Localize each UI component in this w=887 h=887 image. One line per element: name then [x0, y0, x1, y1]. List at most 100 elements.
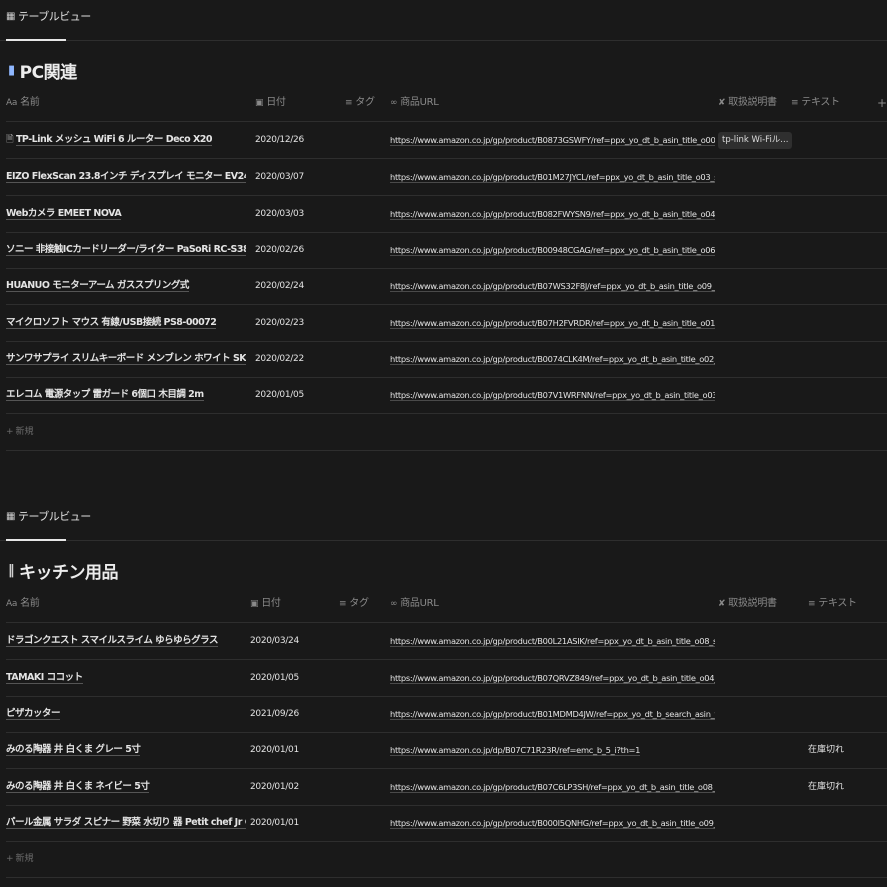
- attachment-icon: ✘: [718, 599, 726, 609]
- row-manual[interactable]: tp-link Wi-Fiル...: [718, 122, 793, 158]
- row-name[interactable]: マイクロソフト マウス 有線/USB接続 PS8-00072: [6, 305, 246, 341]
- table-row[interactable]: EIZO FlexScan 23.8インチ ディスプレイ モニター EV2451…: [6, 159, 887, 196]
- pc-database-section: ▦ テーブルビュー ▮ PC関連 Aa 名前 ▣ 日付 ≡ タグ ∞ 商品URL ✘ 取扱…: [0, 0, 887, 460]
- row-text[interactable]: 在庫切れ: [808, 769, 844, 805]
- header-text[interactable]: ≡ テキスト: [791, 85, 840, 121]
- row-name[interactable]: エレコム 電源タップ 雷ガード 6個口 木目調 2m: [6, 377, 246, 413]
- row-url[interactable]: https://www.amazon.co.jp/gp/product/B009…: [390, 232, 715, 268]
- header-text[interactable]: ≡ テキスト: [808, 586, 857, 622]
- file-chip[interactable]: tp-link Wi-Fiル...: [718, 132, 793, 149]
- page-icon: 🗎: [6, 134, 14, 145]
- table-row[interactable]: サンワサプライ スリムキーボード メンブレン ホワイト SKB-SL16W 20…: [6, 341, 887, 378]
- row-url[interactable]: https://www.amazon.co.jp/gp/product/B000…: [390, 805, 715, 841]
- row-date[interactable]: 2020/02/22: [255, 341, 304, 377]
- calendar-icon: ▣: [255, 98, 264, 108]
- row-name[interactable]: パール金属 サラダ スピナー 野菜 水切り 器 Petit chef Jr C-…: [6, 805, 246, 841]
- fork-knife-icon: ‖: [8, 563, 15, 578]
- row-name[interactable]: みのる陶器 井 白くま グレー 5寸: [6, 732, 246, 768]
- row-url[interactable]: https://www.amazon.co.jp/gp/product/B07Q…: [390, 660, 715, 696]
- table-row[interactable]: みのる陶器 井 白くま グレー 5寸 2020/01/01 https://ww…: [6, 732, 887, 769]
- row-date[interactable]: 2020/01/01: [250, 732, 299, 768]
- tab-label: テーブルビュー: [17, 510, 91, 523]
- active-tab-indicator: [6, 39, 66, 41]
- list-icon: ≡: [339, 599, 347, 609]
- header-manual[interactable]: ✘ 取扱説明書: [718, 586, 777, 622]
- row-name[interactable]: みのる陶器 井 白くま ネイビー 5寸: [6, 769, 246, 805]
- row-url[interactable]: https://www.amazon.co.jp/gp/product/B082…: [390, 196, 715, 232]
- add-property-icon[interactable]: +: [877, 85, 887, 121]
- row-url[interactable]: https://www.amazon.co.jp/gp/product/B01M…: [390, 159, 715, 195]
- header-name[interactable]: Aa 名前: [6, 85, 40, 121]
- header-tag[interactable]: ≡ タグ: [345, 85, 375, 121]
- link-icon: ∞: [390, 98, 398, 108]
- row-date[interactable]: 2020/01/01: [250, 805, 299, 841]
- row-date[interactable]: 2020/03/07: [255, 159, 304, 195]
- table-row[interactable]: ドラゴンクエスト スマイルスライム ゆらゆらグラス 2020/03/24 htt…: [6, 623, 887, 660]
- row-url[interactable]: https://www.amazon.co.jp/dp/B07C71R23R/r…: [390, 732, 715, 768]
- text-lines-icon: ≡: [808, 599, 816, 609]
- book-icon: ▮: [8, 63, 15, 78]
- table-row[interactable]: エレコム 電源タップ 雷ガード 6個口 木目調 2m 2020/01/05 ht…: [6, 377, 887, 414]
- row-date[interactable]: 2020/01/05: [250, 660, 299, 696]
- row-url[interactable]: https://www.amazon.co.jp/gp/product/B07V…: [390, 377, 715, 413]
- active-tab-indicator: [6, 539, 66, 541]
- row-url[interactable]: https://www.amazon.co.jp/gp/product/B087…: [390, 122, 715, 158]
- row-url[interactable]: https://www.amazon.co.jp/gp/product/B00L…: [390, 623, 715, 659]
- database-title[interactable]: ‖ キッチン用品: [8, 558, 119, 583]
- row-name[interactable]: TAMAKI ココット: [6, 660, 246, 696]
- header-url[interactable]: ∞ 商品URL: [390, 586, 439, 622]
- table-header: Aa 名前 ▣ 日付 ≡ タグ ∞ 商品URL ✘ 取扱説明書 ≡ テキスト +: [6, 85, 887, 122]
- row-date[interactable]: 2020/02/23: [255, 305, 304, 341]
- new-row-button[interactable]: + 新規: [6, 414, 887, 451]
- row-date[interactable]: 2020/03/24: [250, 623, 299, 659]
- header-name[interactable]: Aa 名前: [6, 586, 40, 622]
- tab-table-view[interactable]: ▦ テーブルビュー: [6, 8, 91, 24]
- row-url[interactable]: https://www.amazon.co.jp/gp/product/B01M…: [390, 696, 715, 732]
- row-name[interactable]: EIZO FlexScan 23.8インチ ディスプレイ モニター EV2451…: [6, 159, 246, 195]
- table-row[interactable]: みのる陶器 井 白くま ネイビー 5寸 2020/01/02 https://w…: [6, 769, 887, 806]
- row-date[interactable]: 2020/12/26: [255, 122, 304, 158]
- new-row-button[interactable]: + 新規: [6, 841, 887, 878]
- table-row[interactable]: 🗎 TP-Link メッシュ WiFi 6 ルーター Deco X20 2020…: [6, 122, 887, 159]
- header-manual[interactable]: ✘ 取扱説明書: [718, 85, 777, 121]
- row-date[interactable]: 2021/09/26: [250, 696, 299, 732]
- table-row[interactable]: Webカメラ EMEET NOVA 2020/03/03 https://www…: [6, 196, 887, 233]
- row-date[interactable]: 2020/02/24: [255, 268, 304, 304]
- text-lines-icon: ≡: [791, 98, 799, 108]
- table-row[interactable]: HUANUO モニターアーム ガススプリング式 2020/02/24 https…: [6, 268, 887, 305]
- table-row[interactable]: ピザカッター 2021/09/26 https://www.amazon.co.…: [6, 696, 887, 733]
- row-name[interactable]: ドラゴンクエスト スマイルスライム ゆらゆらグラス: [6, 623, 246, 659]
- row-name[interactable]: Webカメラ EMEET NOVA: [6, 196, 246, 232]
- table-row[interactable]: マイクロソフト マウス 有線/USB接続 PS8-00072 2020/02/2…: [6, 305, 887, 342]
- row-date[interactable]: 2020/03/03: [255, 196, 304, 232]
- table-row[interactable]: TAMAKI ココット 2020/01/05 https://www.amazo…: [6, 660, 887, 697]
- view-tab-bar: ▦ テーブルビュー: [0, 0, 887, 41]
- row-name[interactable]: 🗎 TP-Link メッシュ WiFi 6 ルーター Deco X20: [6, 122, 246, 158]
- table-row[interactable]: ソニー 非接触ICカードリーダー/ライター PaSoRi RC-S380 202…: [6, 232, 887, 269]
- header-url[interactable]: ∞ 商品URL: [390, 85, 439, 121]
- row-date[interactable]: 2020/01/05: [255, 377, 304, 413]
- header-date[interactable]: ▣ 日付: [255, 85, 286, 121]
- row-url[interactable]: https://www.amazon.co.jp/gp/product/B07H…: [390, 305, 715, 341]
- row-name[interactable]: HUANUO モニターアーム ガススプリング式: [6, 268, 246, 304]
- row-url[interactable]: https://www.amazon.co.jp/gp/product/B07W…: [390, 268, 715, 304]
- attachment-icon: ✘: [718, 98, 726, 108]
- header-date[interactable]: ▣ 日付: [250, 586, 281, 622]
- row-url[interactable]: https://www.amazon.co.jp/gp/product/B007…: [390, 341, 715, 377]
- row-name[interactable]: サンワサプライ スリムキーボード メンブレン ホワイト SKB-SL16W: [6, 341, 246, 377]
- row-text[interactable]: 在庫切れ: [808, 732, 844, 768]
- kitchen-database-section: ▦ テーブルビュー ‖ キッチン用品 Aa 名前 ▣ 日付 ≡ タグ ∞ 商品URL ✘…: [0, 500, 887, 887]
- row-url[interactable]: https://www.amazon.co.jp/gp/product/B07C…: [390, 769, 715, 805]
- database-title[interactable]: ▮ PC関連: [8, 58, 77, 83]
- row-date[interactable]: 2020/01/02: [250, 769, 299, 805]
- header-tag[interactable]: ≡ タグ: [339, 586, 369, 622]
- plus-icon: +: [6, 854, 14, 864]
- table-row[interactable]: パール金属 サラダ スピナー 野菜 水切り 器 Petit chef Jr C-…: [6, 805, 887, 842]
- tab-table-view[interactable]: ▦ テーブルビュー: [6, 508, 91, 524]
- plus-icon: +: [6, 427, 14, 437]
- row-name[interactable]: ピザカッター: [6, 696, 246, 732]
- table-header: Aa 名前 ▣ 日付 ≡ タグ ∞ 商品URL ✘ 取扱説明書 ≡ テキスト: [6, 586, 887, 623]
- row-date[interactable]: 2020/02/26: [255, 232, 304, 268]
- view-tab-bar: ▦ テーブルビュー: [0, 500, 887, 541]
- row-name[interactable]: ソニー 非接触ICカードリーダー/ライター PaSoRi RC-S380: [6, 232, 246, 268]
